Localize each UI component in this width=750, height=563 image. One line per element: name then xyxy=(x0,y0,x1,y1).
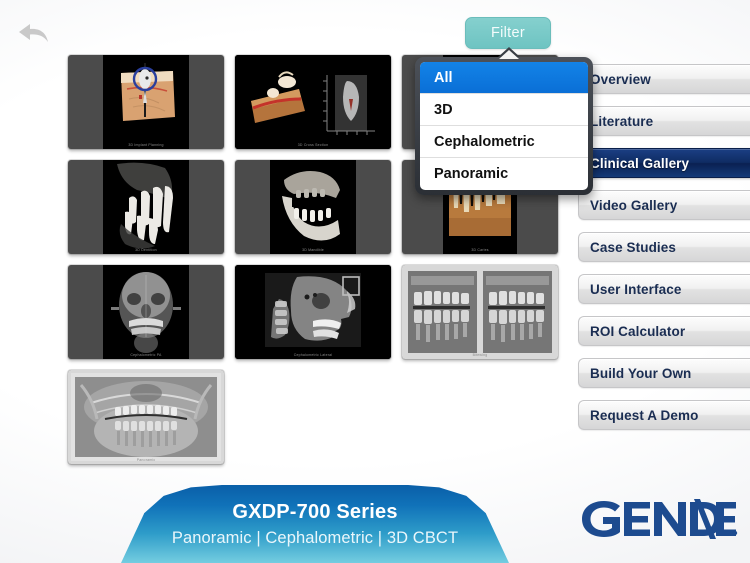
thumb-caption: 3D Mandible xyxy=(302,248,324,252)
banner-subtitle: Panoramic | Cephalometric | 3D CBCT xyxy=(171,529,459,547)
filter-dropdown-panel: All 3D Cephalometric Panoramic xyxy=(415,57,593,195)
sidebar-item-build-your-own[interactable]: Build Your Own xyxy=(578,358,750,388)
sidebar-item-clinical-gallery[interactable]: Clinical Gallery xyxy=(578,148,750,178)
gallery-thumb-ceph-pa[interactable]: Cephalometric PA xyxy=(68,265,224,359)
gallery-thumb-3d-implant[interactable]: 3D Implant Planning xyxy=(68,55,224,149)
sidebar-item-case-studies[interactable]: Case Studies xyxy=(578,232,750,262)
thumb-image xyxy=(68,370,224,464)
sidebar-item-request-a-demo[interactable]: Request A Demo xyxy=(578,400,750,430)
filter-option-cephalometric[interactable]: Cephalometric xyxy=(420,126,588,158)
gallery-thumb-3d-dentition[interactable]: 3D Dentition xyxy=(68,160,224,254)
thumb-caption: 3D Dentition xyxy=(135,248,157,252)
thumb-image xyxy=(103,55,189,149)
thumb-image xyxy=(270,160,356,254)
filter-option-list: All 3D Cephalometric Panoramic xyxy=(420,62,588,190)
thumb-caption: Bitewing xyxy=(472,353,488,357)
gallery-thumb-bitewing[interactable]: Bitewing xyxy=(402,265,558,359)
thumb-image xyxy=(235,55,391,149)
thumb-image xyxy=(235,265,391,359)
sidebar-nav: Overview Literature Clinical Gallery Vid… xyxy=(578,64,750,442)
filter-option-panoramic[interactable]: Panoramic xyxy=(420,158,588,190)
thumb-caption: Cephalometric PA xyxy=(130,353,162,357)
app-root: 3D Implant Planning 3D Cross Section 3D … xyxy=(0,0,750,563)
gallery-row: Panoramic xyxy=(68,370,558,464)
filter-option-all[interactable]: All xyxy=(420,62,588,94)
gallery-row: Cephalometric PA Cephalometric Lateral B… xyxy=(68,265,558,359)
gallery-thumb-panoramic[interactable]: Panoramic xyxy=(68,370,224,464)
sidebar-item-roi-calculator[interactable]: ROI Calculator xyxy=(578,316,750,346)
thumb-caption: 3D Cross Section xyxy=(297,143,329,147)
back-arrow-icon[interactable] xyxy=(14,18,54,50)
dropdown-caret-inner-icon xyxy=(499,50,519,59)
thumb-caption: 3D Implant Planning xyxy=(128,143,164,147)
thumb-image xyxy=(103,265,189,359)
product-banner: GXDP-700 Series Panoramic | Cephalometri… xyxy=(121,485,509,563)
gallery-thumb-3d-crosssection[interactable]: 3D Cross Section xyxy=(235,55,391,149)
thumb-image xyxy=(103,160,189,254)
gallery-thumb-ceph-lateral[interactable]: Cephalometric Lateral xyxy=(235,265,391,359)
gallery-thumb-3d-mandible[interactable]: 3D Mandible xyxy=(235,160,391,254)
gendex-logo[interactable] xyxy=(578,497,738,541)
sidebar-item-overview[interactable]: Overview xyxy=(578,64,750,94)
banner-title: GXDP-700 Series xyxy=(232,501,398,523)
sidebar-item-literature[interactable]: Literature xyxy=(578,106,750,136)
thumb-image xyxy=(402,265,558,359)
sidebar-item-user-interface[interactable]: User Interface xyxy=(578,274,750,304)
thumb-caption: Cephalometric Lateral xyxy=(293,353,333,357)
thumb-caption: 3D Caries xyxy=(471,248,489,252)
filter-option-3d[interactable]: 3D xyxy=(420,94,588,126)
thumb-caption: Panoramic xyxy=(136,458,156,462)
filter-button[interactable]: Filter xyxy=(465,17,551,49)
sidebar-item-video-gallery[interactable]: Video Gallery xyxy=(578,190,750,220)
